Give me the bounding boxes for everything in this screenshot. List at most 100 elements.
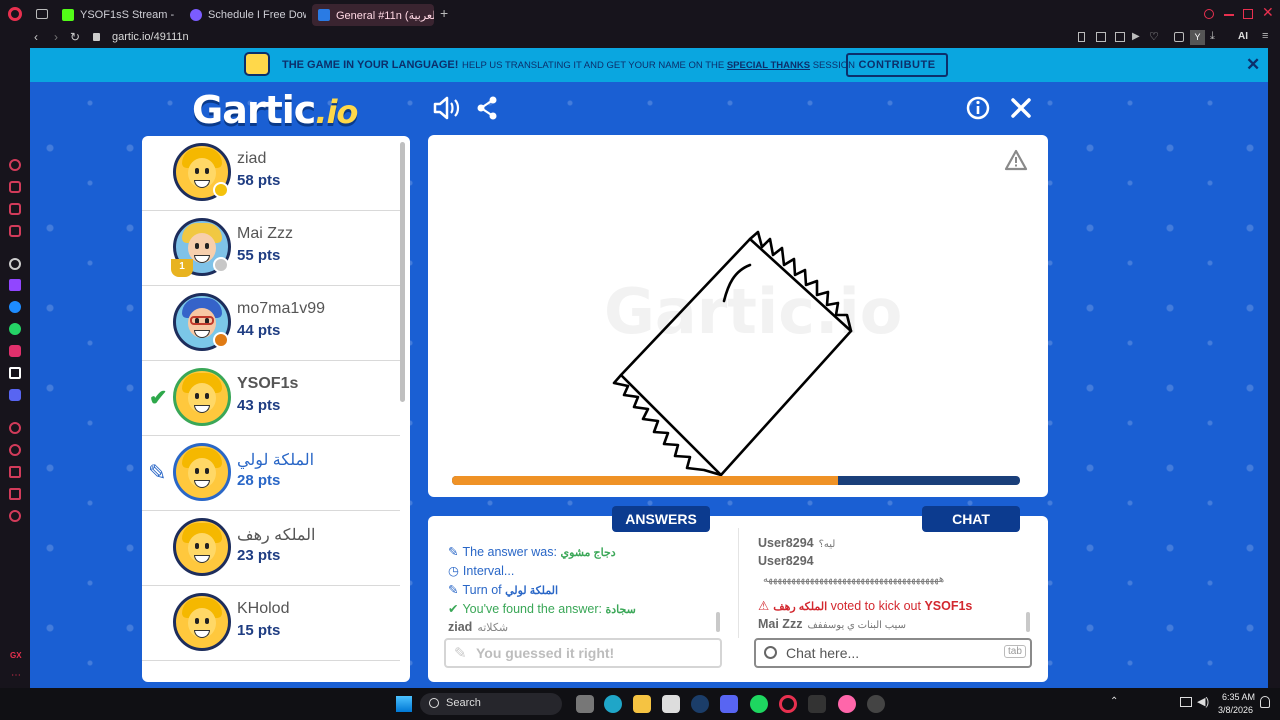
volume-icon[interactable]: ◀) — [1197, 695, 1209, 708]
epic-games-icon[interactable] — [808, 695, 826, 713]
browser-tab-gartic[interactable]: General #11n (العربية) - Gar — [312, 4, 434, 26]
player-row[interactable]: ziad 58 pts — [142, 136, 400, 211]
settings-icon[interactable] — [9, 510, 21, 522]
browser-tab-kick[interactable]: YSOF1sS Stream - Kick Da — [56, 4, 176, 26]
search-icon — [429, 698, 439, 708]
player-list-scrollbar[interactable] — [400, 142, 405, 402]
menu-icon[interactable]: ≡ — [1262, 30, 1268, 42]
player-row[interactable]: الملكه رهف 23 pts — [142, 511, 400, 586]
file-explorer-icon[interactable] — [633, 695, 651, 713]
browser-tab-schedule[interactable]: Schedule I Free Download — [184, 4, 306, 26]
player-points: 43 pts — [237, 397, 281, 414]
extensions-sidebar-icon[interactable] — [9, 488, 21, 500]
tab-overview-icon[interactable] — [36, 9, 48, 19]
answers-scrollbar[interactable] — [716, 612, 720, 632]
show-hidden-icons[interactable]: ⌃ — [1110, 696, 1118, 707]
maximize-window-button[interactable] — [1243, 9, 1253, 19]
check-icon: ✔ — [448, 602, 459, 616]
twitch-icon[interactable] — [9, 279, 21, 291]
exit-icon[interactable] — [1010, 97, 1032, 119]
spotify-icon[interactable] — [750, 695, 768, 713]
snapshot-icon[interactable] — [1096, 32, 1106, 42]
chat-scrollbar[interactable] — [1026, 612, 1030, 632]
instagram-icon[interactable] — [9, 345, 21, 357]
tab-chat[interactable]: CHAT — [922, 506, 1020, 532]
minimize-window-button[interactable] — [1224, 14, 1234, 16]
download-site-icon — [190, 9, 202, 21]
chat-input[interactable]: Chat here... tab — [754, 638, 1032, 668]
player-row[interactable]: mo7ma1v99 44 pts — [142, 286, 400, 361]
reload-icon[interactable]: ↻ — [70, 30, 80, 44]
network-icon[interactable] — [1180, 697, 1192, 707]
close-banner-icon[interactable]: ✕ — [1246, 55, 1260, 75]
player-points: 55 pts — [237, 247, 281, 264]
logo-suffix: .io — [315, 93, 358, 131]
tab-answers[interactable]: ANSWERS — [612, 506, 710, 532]
chat-line: ههههههههههههههههههههههههههههههههههههههه — [758, 571, 944, 585]
back-icon[interactable]: ‹ — [34, 30, 38, 44]
forward-icon[interactable]: › — [54, 30, 58, 44]
share-icon[interactable] — [476, 96, 498, 120]
player-name: mo7ma1v99 — [237, 300, 326, 317]
windows-start-icon[interactable] — [396, 696, 412, 712]
bookmark-icon[interactable] — [1078, 32, 1085, 42]
clock-time[interactable]: 6:35 AM — [1222, 692, 1255, 702]
player-name: KHolod — [237, 600, 290, 617]
extensions-icon[interactable] — [1174, 32, 1184, 42]
info-icon[interactable] — [966, 96, 990, 120]
new-tab-button[interactable]: + — [440, 5, 448, 21]
player-avatar — [173, 518, 231, 576]
gartic-page: THE GAME IN YOUR LANGUAGE! HELP US TRANS… — [30, 48, 1268, 688]
close-window-button[interactable]: ✕ — [1262, 4, 1274, 21]
download-icon[interactable]: ⤓ — [1210, 30, 1215, 43]
more-icon[interactable]: ⋯ — [11, 670, 21, 681]
chatgpt-icon[interactable] — [9, 258, 21, 270]
obs-icon[interactable] — [867, 695, 885, 713]
kick-icon — [62, 9, 74, 21]
ai-button[interactable]: AI — [1238, 31, 1248, 42]
store-icon[interactable] — [662, 695, 680, 713]
answer-input[interactable]: ✎ You guessed it right! — [444, 638, 722, 668]
player-sidebar-icon[interactable] — [9, 225, 21, 237]
avatar-eye — [195, 543, 199, 549]
player-row[interactable]: ✔ YSOF1s 43 pts — [142, 361, 400, 436]
url-field[interactable]: gartic.io/49111n — [112, 31, 189, 43]
profile-avatar[interactable]: Y — [1190, 30, 1205, 45]
search-tabs-icon[interactable] — [1204, 9, 1214, 19]
drawing-canvas[interactable]: Gartic.io — [428, 135, 1048, 497]
discord-taskbar-icon[interactable] — [720, 695, 738, 713]
special-thanks-link[interactable]: SPECIAL THANKS — [727, 60, 810, 71]
opera-gx-icon[interactable] — [779, 695, 797, 713]
messages-icon[interactable] — [9, 203, 21, 215]
opera-menu-icon[interactable] — [8, 7, 22, 21]
task-view-icon[interactable] — [576, 695, 594, 713]
aria-icon[interactable] — [9, 159, 21, 171]
taskbar: Search ⌃ ◀) 6:35 AM 3/8/2026 — [0, 688, 1280, 720]
edge-icon[interactable] — [604, 695, 622, 713]
tiktok-icon[interactable] — [9, 367, 21, 379]
sound-icon[interactable] — [432, 96, 460, 120]
chat-line: User8294 — [758, 554, 814, 568]
translate-icon — [244, 52, 270, 76]
whatsapp-icon[interactable] — [9, 323, 21, 335]
player-row[interactable]: ✎ الملكة لولي 28 pts — [142, 436, 400, 511]
messenger-icon[interactable] — [9, 301, 21, 313]
clock-date[interactable]: 3/8/2026 — [1218, 705, 1253, 715]
steam-icon[interactable] — [691, 695, 709, 713]
pencil-input-icon: ✎ — [454, 645, 467, 662]
osu-icon[interactable] — [838, 695, 856, 713]
chat-message: ههههههههههههههههههههههههههههههههههههههه — [763, 574, 945, 585]
player-icon[interactable]: ▶ — [1132, 31, 1140, 42]
heart-icon[interactable]: ♡ — [1149, 30, 1159, 43]
music-icon[interactable] — [9, 422, 21, 434]
vpn-icon[interactable] — [1115, 32, 1125, 42]
player-row[interactable]: KHolod 15 pts — [142, 586, 400, 661]
history-icon[interactable] — [9, 444, 21, 456]
contribute-button[interactable]: CONTRIBUTE — [846, 53, 948, 77]
downloads-sidebar-icon[interactable] — [9, 466, 21, 478]
notifications-icon[interactable] — [1260, 696, 1270, 708]
player-row[interactable]: 1 Mai Zzz 55 pts — [142, 211, 400, 286]
taskbar-search[interactable]: Search — [420, 693, 562, 715]
shop-icon[interactable] — [9, 181, 21, 193]
discord-icon[interactable] — [9, 389, 21, 401]
